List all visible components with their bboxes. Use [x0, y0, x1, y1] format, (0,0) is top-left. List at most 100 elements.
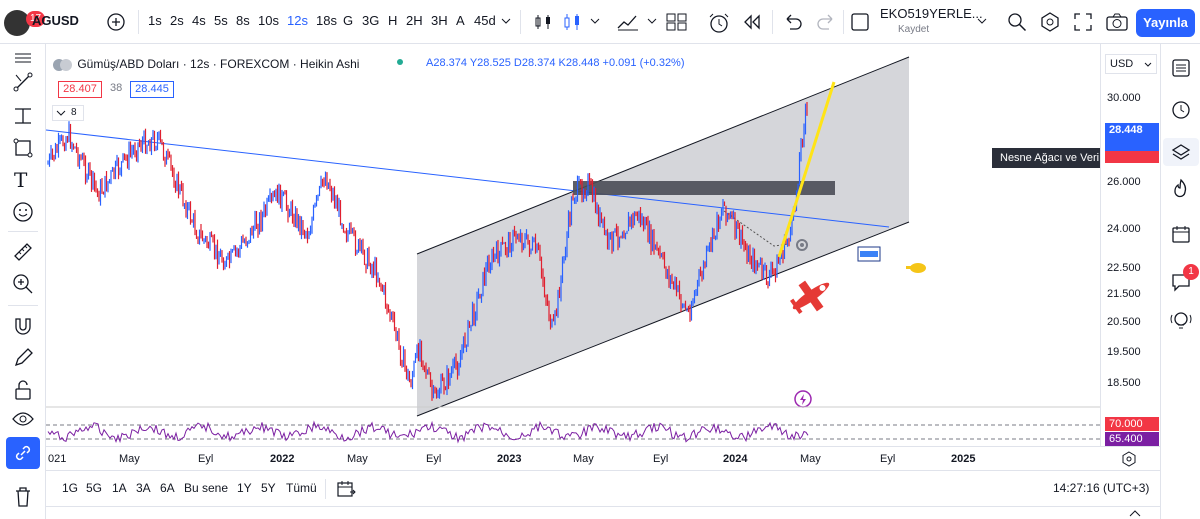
date-range-icon[interactable]	[336, 479, 356, 499]
price-label: 20.500	[1107, 316, 1141, 328]
quick-search-icon[interactable]	[1007, 12, 1027, 32]
alert-icon[interactable]	[707, 12, 731, 34]
chevron-down-icon	[1144, 62, 1152, 67]
interval-3h[interactable]: 3H	[431, 11, 448, 31]
interval-a[interactable]: A	[456, 11, 465, 31]
time-label: Eyl	[880, 453, 896, 465]
interval-h[interactable]: H	[388, 11, 397, 31]
price-chart[interactable]	[46, 44, 1100, 446]
range-1m[interactable]: 1A	[112, 481, 127, 495]
text-tool-icon[interactable]: T	[14, 168, 27, 192]
fib-retracement-icon[interactable]	[13, 106, 33, 126]
zoom-in-icon[interactable]	[12, 273, 34, 295]
calendar-icon[interactable]	[1171, 224, 1191, 244]
tooltip: Nesne Ağacı ve Veri Penceresi	[992, 148, 1100, 168]
time-label: Eyl	[426, 453, 442, 465]
ideas-bulb-icon[interactable]	[1169, 310, 1193, 332]
market-status-dot[interactable]	[397, 59, 403, 65]
time-label: 2023	[497, 453, 522, 465]
layout-icon[interactable]	[851, 13, 869, 31]
time-label: Eyl	[198, 453, 214, 465]
symbol-search[interactable]: AGUSD	[32, 11, 79, 31]
currency-label: USD	[1110, 58, 1134, 70]
time-label: 2025	[951, 453, 976, 465]
redo-icon[interactable]	[816, 14, 836, 30]
chevron-down-icon[interactable]	[977, 18, 987, 26]
candle-type-icon[interactable]	[533, 12, 553, 32]
buy-price[interactable]: 28.445	[130, 81, 174, 98]
replay-icon[interactable]	[742, 14, 762, 30]
time-axis-settings-icon[interactable]	[1121, 451, 1137, 467]
interval-1s[interactable]: 1s	[148, 11, 162, 31]
parallel-channel[interactable]	[417, 57, 909, 416]
crosshair-icon[interactable]	[13, 50, 33, 66]
trend-line-icon[interactable]	[13, 72, 33, 92]
drawing-toolbar: T	[0, 44, 46, 519]
layout-name[interactable]: EKO519YERLE...	[880, 4, 983, 24]
add-symbol-icon[interactable]	[106, 12, 126, 32]
chevron-down-icon[interactable]	[647, 18, 657, 26]
lightning-icon[interactable]	[794, 390, 812, 408]
airplane-icon	[790, 280, 830, 315]
alerts-clock-icon[interactable]	[1171, 100, 1191, 120]
interval-10s[interactable]: 10s	[258, 11, 279, 31]
interval-5s[interactable]: 5s	[214, 11, 228, 31]
range-1y[interactable]: 1Y	[237, 481, 252, 495]
range-ytd[interactable]: Bu sene	[184, 481, 228, 495]
interval-4s[interactable]: 4s	[192, 11, 206, 31]
range-1d[interactable]: 1G	[62, 481, 78, 495]
chat-badge: 1	[1183, 264, 1199, 280]
range-all[interactable]: Tümü	[286, 481, 317, 495]
interval-45d[interactable]: 45d	[474, 11, 496, 31]
interval-2s[interactable]: 2s	[170, 11, 184, 31]
keep-drawing-icon[interactable]	[12, 347, 34, 369]
chevron-down-icon[interactable]	[590, 18, 600, 26]
price-label: 18.500	[1107, 377, 1141, 389]
rsi-level-70: 70.000	[1105, 417, 1159, 431]
chart-pane[interactable]: Gümüş/ABD Doları · 12s · FOREXCOM · Heik…	[46, 44, 1100, 446]
settings-icon[interactable]	[1040, 12, 1060, 32]
trash-icon[interactable]	[13, 486, 33, 508]
interval-12s[interactable]: 12s	[287, 11, 308, 31]
price-label: 19.500	[1107, 346, 1141, 358]
interval-18s[interactable]: 18s	[316, 11, 337, 31]
magnet-icon[interactable]	[12, 315, 34, 337]
object-tree-button[interactable]	[1163, 138, 1199, 166]
interval-3g[interactable]: 3G	[362, 11, 379, 31]
fullscreen-icon[interactable]	[1073, 12, 1093, 32]
watchlist-icon[interactable]	[1171, 58, 1191, 78]
eye-icon[interactable]	[12, 409, 34, 429]
ruler-icon[interactable]	[12, 241, 34, 263]
range-3m[interactable]: 3A	[136, 481, 151, 495]
range-5y[interactable]: 5Y	[261, 481, 276, 495]
sync-drawings-button[interactable]	[6, 437, 40, 469]
sell-price[interactable]: 28.407	[58, 81, 102, 98]
emoji-icon[interactable]	[12, 201, 34, 223]
interval-8s[interactable]: 8s	[236, 11, 250, 31]
bottom-panel-edge	[46, 506, 1160, 519]
publish-button[interactable]: Yayınla	[1136, 9, 1195, 37]
chevron-down-icon[interactable]	[501, 18, 511, 26]
undo-icon[interactable]	[783, 14, 803, 30]
templates-icon[interactable]	[665, 12, 689, 32]
time-axis[interactable]: 021 May Eyl 2022 May Eyl 2023 May Eyl 20…	[46, 446, 1160, 470]
interval-g[interactable]: G	[343, 11, 353, 31]
heikin-ashi-icon[interactable]	[562, 12, 584, 32]
clock[interactable]: 14:27:16 (UTC+3)	[1053, 481, 1149, 495]
hotlist-flame-icon[interactable]	[1171, 178, 1191, 200]
interval-2h[interactable]: 2H	[406, 11, 423, 31]
range-6m[interactable]: 6A	[160, 481, 175, 495]
lock-icon[interactable]	[12, 379, 34, 401]
camera-icon[interactable]	[1106, 12, 1128, 32]
pattern-icon[interactable]	[13, 138, 33, 158]
indicators-icon[interactable]	[616, 12, 640, 32]
chevron-up-icon[interactable]	[1129, 509, 1141, 517]
film-icon	[857, 246, 881, 262]
legend-title-text[interactable]: Gümüş/ABD Doları · 12s · FOREXCOM · Heik…	[77, 57, 359, 71]
price-badge-red	[1105, 151, 1159, 163]
right-sidebar: 1	[1160, 44, 1200, 519]
range-5d[interactable]: 5G	[86, 481, 102, 495]
resistance-zone[interactable]	[573, 181, 835, 195]
price-axis[interactable]: USD 30.000 ​ 26.000 24.000 22.500 21.500…	[1100, 44, 1160, 446]
time-label: 2022	[270, 453, 295, 465]
